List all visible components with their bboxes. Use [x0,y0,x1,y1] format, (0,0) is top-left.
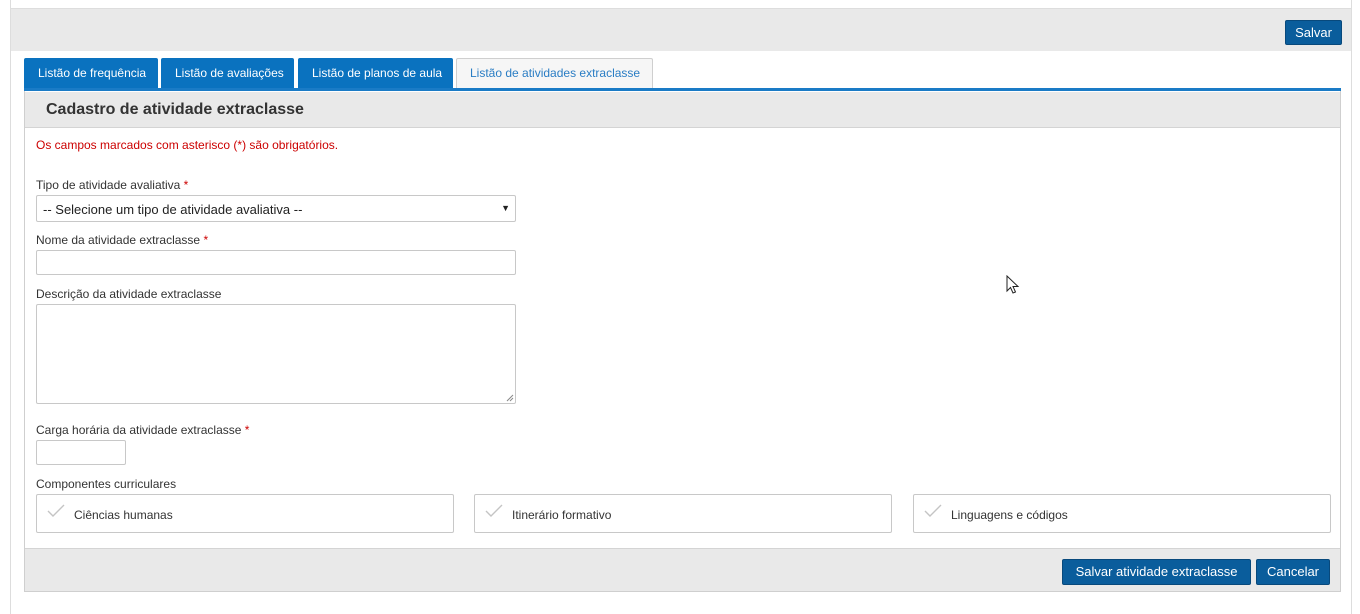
descricao-textarea[interactable] [36,304,516,404]
carga-horaria-input[interactable] [36,440,126,465]
componente-option-itinerario-formativo[interactable]: Itinerário formativo [474,494,892,533]
descricao-label: Descrição da atividade extraclasse [36,287,221,301]
save-button[interactable]: Salvar [1285,20,1342,45]
componente-label: Linguagens e códigos [951,508,1068,522]
tab-listao-avaliacoes[interactable]: Listão de avaliações [161,58,294,89]
tab-listao-atividades-extraclasse[interactable]: Listão de atividades extraclasse [456,58,653,91]
descricao-label-text: Descrição da atividade extraclasse [36,287,222,301]
nome-label-text: Nome da atividade extraclasse [36,233,201,247]
cancel-button[interactable]: Cancelar [1256,559,1330,585]
componentes-label: Componentes curriculares [36,477,177,491]
componente-option-ciencias-humanas[interactable]: Ciências humanas [36,494,454,533]
dropdown-arrow-icon: ▼ [501,203,510,213]
componente-option-linguagens-codigos[interactable]: Linguagens e códigos [913,494,1331,533]
top-toolbar [11,9,1351,51]
resize-grip-icon[interactable] [506,394,514,402]
carga-label-text: Carga horária da atividade extraclasse [36,423,242,437]
panel-header: Cadastro de atividade extraclasse [25,92,1340,128]
tipo-atividade-selected: -- Selecione um tipo de atividade avalia… [43,202,303,217]
check-icon [485,504,503,517]
top-strip [11,0,1351,9]
tab-listao-frequencia[interactable]: Listão de frequência [24,58,158,89]
tipo-atividade-select[interactable]: -- Selecione um tipo de atividade avalia… [36,195,516,222]
componente-label: Itinerário formativo [512,508,612,522]
save-activity-button[interactable]: Salvar atividade extraclasse [1062,559,1251,585]
required-asterisk: * [203,233,209,247]
required-asterisk: * [183,178,189,192]
tab-listao-planos-aula[interactable]: Listão de planos de aula [298,58,453,89]
check-icon [924,504,942,517]
carga-label: Carga horária da atividade extraclasse * [36,423,249,437]
check-icon [47,504,65,517]
panel-title: Cadastro de atividade extraclasse [46,101,304,118]
tipo-label-text: Tipo de atividade avaliativa [36,178,181,192]
nome-label: Nome da atividade extraclasse * [36,233,208,247]
componente-label: Ciências humanas [74,508,173,522]
form-panel: Cadastro de atividade extraclasse Os cam… [24,91,1341,592]
required-asterisk: * [244,423,250,437]
tipo-label: Tipo de atividade avaliativa * [36,178,188,192]
nome-atividade-input[interactable] [36,250,516,275]
mouse-cursor-icon [1006,275,1020,294]
required-fields-note: Os campos marcados com asterisco (*) são… [36,138,339,152]
